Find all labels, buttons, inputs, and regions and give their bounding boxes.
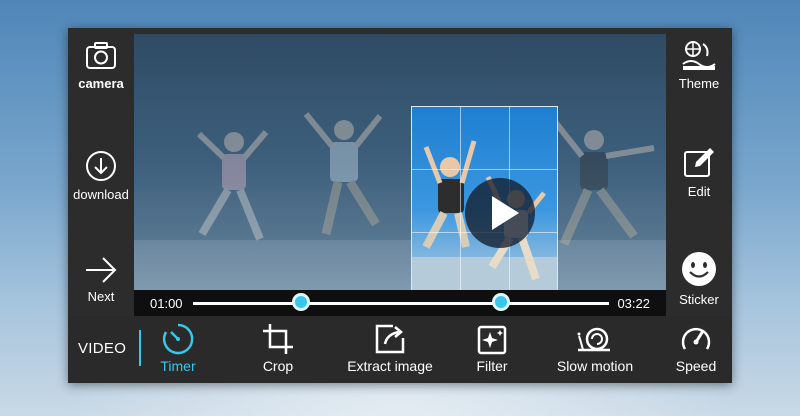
video-editor-window: camera download Next 01:00 03:22 Theme E… <box>68 28 732 383</box>
download-button[interactable]: download <box>68 149 134 202</box>
current-time: 01:00 <box>150 296 183 311</box>
theme-button[interactable]: Theme <box>666 38 732 91</box>
trim-end-handle[interactable] <box>491 293 510 311</box>
speedometer-icon <box>674 322 718 356</box>
video-preview[interactable] <box>134 34 666 316</box>
smiley-icon <box>666 250 732 288</box>
slow-motion-tool[interactable]: Slow motion <box>554 322 636 374</box>
play-icon <box>492 196 519 230</box>
filter-label: Filter <box>476 358 508 374</box>
theme-label: Theme <box>678 76 720 91</box>
camera-button[interactable]: camera <box>68 40 134 91</box>
snail-icon <box>554 322 636 356</box>
speed-label: Speed <box>675 358 717 374</box>
timer-icon <box>156 322 200 356</box>
slow-motion-label: Slow motion <box>556 358 634 374</box>
download-icon <box>68 149 134 183</box>
arrow-right-icon <box>68 255 134 285</box>
camera-label: camera <box>78 76 124 91</box>
extract-image-label: Extract image <box>347 358 433 374</box>
edit-label: Edit <box>687 184 711 199</box>
sticker-label: Sticker <box>679 292 719 307</box>
filter-tool[interactable]: Filter <box>472 322 512 374</box>
theme-icon <box>666 38 732 72</box>
total-time: 03:22 <box>617 296 650 311</box>
crop-icon <box>261 322 295 356</box>
download-label: download <box>73 187 129 202</box>
sticker-button[interactable]: Sticker <box>666 250 732 307</box>
play-button[interactable] <box>465 178 535 248</box>
camera-icon <box>68 40 134 72</box>
extract-image-tool[interactable]: Extract image <box>342 322 438 374</box>
timer-label: Timer <box>160 358 196 374</box>
next-button[interactable]: Next <box>68 255 134 304</box>
crop-tool[interactable]: Crop <box>261 322 295 374</box>
filter-icon <box>472 322 512 356</box>
crop-label: Crop <box>262 358 294 374</box>
left-sidebar: camera download Next <box>68 28 134 316</box>
trim-start-handle[interactable] <box>292 293 311 311</box>
edit-icon <box>666 146 732 180</box>
ghost-figure <box>196 130 269 241</box>
right-sidebar: Theme Edit Sticker <box>666 28 732 316</box>
timeline-bar: 01:00 03:22 <box>134 290 666 316</box>
ghost-figure <box>303 112 383 236</box>
extract-image-icon <box>342 322 438 356</box>
speed-tool[interactable]: Speed <box>674 322 718 374</box>
trim-track[interactable] <box>193 302 609 305</box>
edit-button[interactable]: Edit <box>666 146 732 199</box>
timer-tool[interactable]: Timer <box>156 322 200 374</box>
mode-divider <box>139 330 141 366</box>
mode-label: VIDEO <box>78 340 127 357</box>
next-label: Next <box>87 289 115 304</box>
bottom-toolbar: VIDEO Timer Crop Extract image Filter Sl… <box>68 316 732 383</box>
